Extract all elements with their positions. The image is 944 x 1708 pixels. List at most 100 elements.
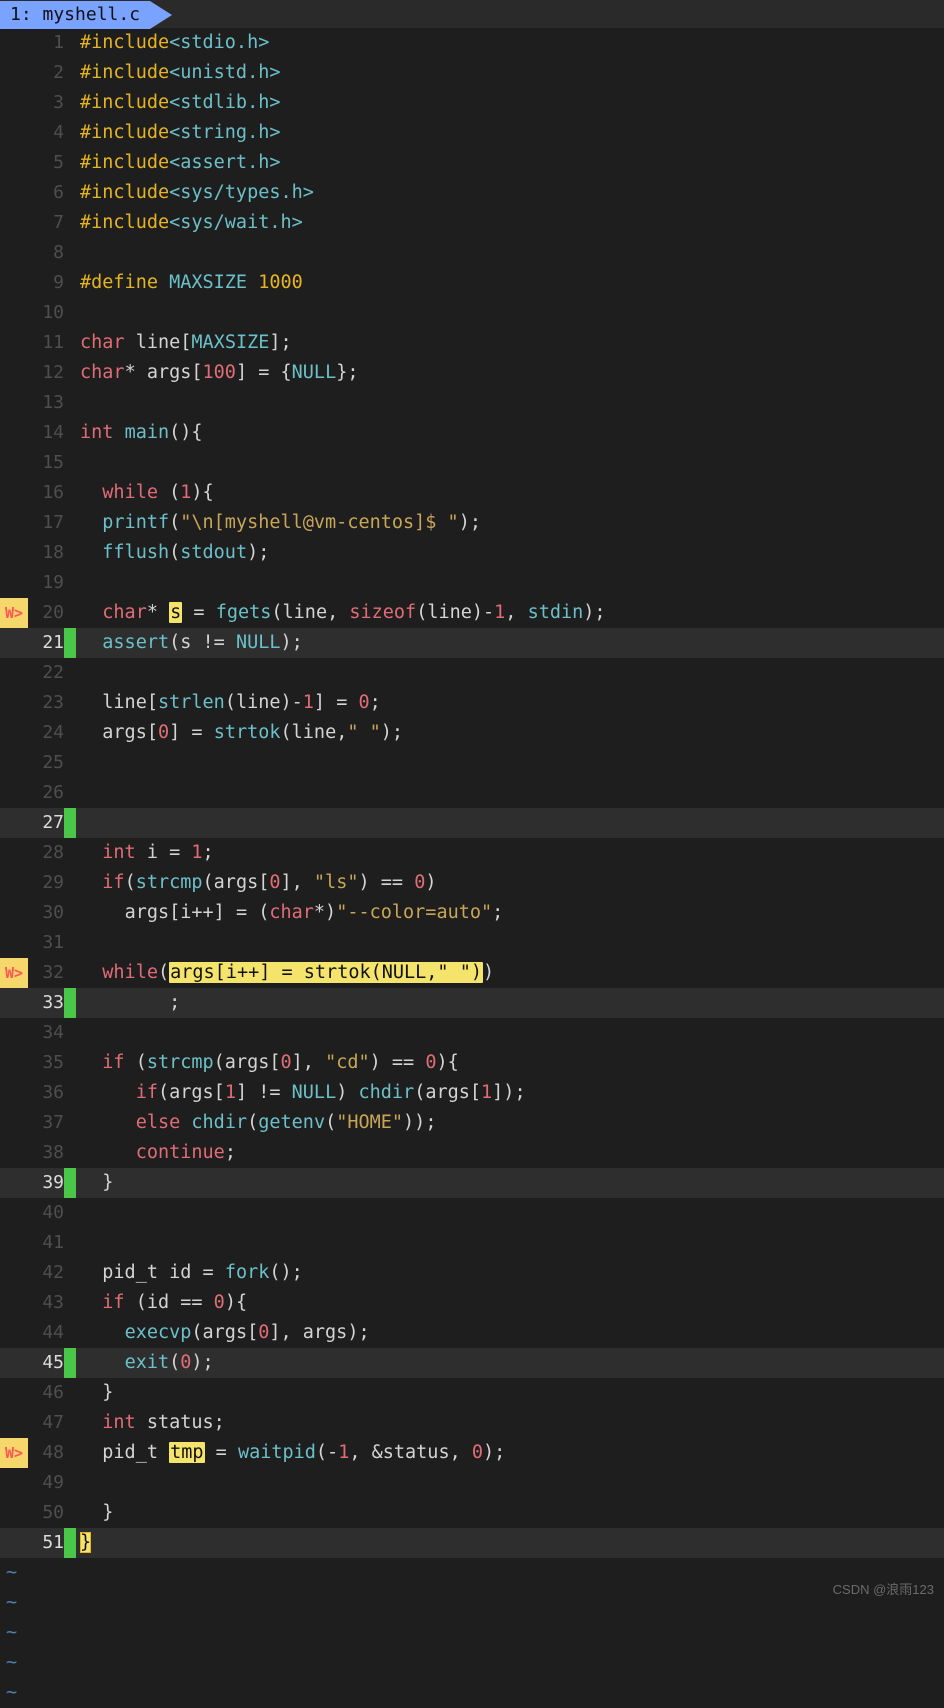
code-content[interactable]: }: [76, 1498, 944, 1528]
code-content[interactable]: int status;: [76, 1408, 944, 1438]
code-line[interactable]: 39 }: [0, 1168, 944, 1198]
code-line[interactable]: 50 }: [0, 1498, 944, 1528]
code-line[interactable]: 13: [0, 388, 944, 418]
code-line[interactable]: 33 ;: [0, 988, 944, 1018]
code-content[interactable]: pid_t id = fork();: [76, 1258, 944, 1288]
code-line[interactable]: 7#include<sys/wait.h>: [0, 208, 944, 238]
code-content[interactable]: exit(0);: [76, 1348, 944, 1378]
code-line[interactable]: 5#include<assert.h>: [0, 148, 944, 178]
code-content[interactable]: if(args[1] != NULL) chdir(args[1]);: [76, 1078, 944, 1108]
code-content[interactable]: execvp(args[0], args);: [76, 1318, 944, 1348]
change-marker: [64, 1138, 76, 1168]
code-line[interactable]: 37 else chdir(getenv("HOME"));: [0, 1108, 944, 1138]
code-line[interactable]: 12char* args[100] = {NULL};: [0, 358, 944, 388]
code-line[interactable]: 38 continue;: [0, 1138, 944, 1168]
code-content[interactable]: else chdir(getenv("HOME"));: [76, 1108, 944, 1138]
code-line[interactable]: 16 while (1){: [0, 478, 944, 508]
code-content[interactable]: if (id == 0){: [76, 1288, 944, 1318]
code-line[interactable]: 23 line[strlen(line)-1] = 0;: [0, 688, 944, 718]
code-line[interactable]: W>32 while(args[i++] = strtok(NULL," ")): [0, 958, 944, 988]
code-line[interactable]: 43 if (id == 0){: [0, 1288, 944, 1318]
line-number: 8: [28, 238, 64, 268]
code-line[interactable]: 31: [0, 928, 944, 958]
code-content[interactable]: while (1){: [76, 478, 944, 508]
code-line[interactable]: 15: [0, 448, 944, 478]
code-line[interactable]: 27: [0, 808, 944, 838]
code-line[interactable]: 36 if(args[1] != NULL) chdir(args[1]);: [0, 1078, 944, 1108]
code-content[interactable]: #include<sys/types.h>: [76, 178, 944, 208]
code-line[interactable]: 26: [0, 778, 944, 808]
change-marker: [64, 838, 76, 868]
code-line[interactable]: 3#include<stdlib.h>: [0, 88, 944, 118]
code-line[interactable]: 2#include<unistd.h>: [0, 58, 944, 88]
code-line[interactable]: 40: [0, 1198, 944, 1228]
code-content[interactable]: #define MAXSIZE 1000: [76, 268, 944, 298]
code-content[interactable]: #include<stdlib.h>: [76, 88, 944, 118]
code-line[interactable]: 47 int status;: [0, 1408, 944, 1438]
code-content[interactable]: continue;: [76, 1138, 944, 1168]
code-line[interactable]: 9#define MAXSIZE 1000: [0, 268, 944, 298]
line-number: 37: [28, 1108, 64, 1138]
code-line[interactable]: 1#include<stdio.h>: [0, 28, 944, 58]
code-line[interactable]: 49: [0, 1468, 944, 1498]
code-content[interactable]: }: [76, 1378, 944, 1408]
code-line[interactable]: 46 }: [0, 1378, 944, 1408]
code-content[interactable]: printf("\n[myshell@vm-centos]$ ");: [76, 508, 944, 538]
code-line[interactable]: 29 if(strcmp(args[0], "ls") == 0): [0, 868, 944, 898]
code-content[interactable]: if(strcmp(args[0], "ls") == 0): [76, 868, 944, 898]
code-content[interactable]: #include<string.h>: [76, 118, 944, 148]
code-content[interactable]: char line[MAXSIZE];: [76, 328, 944, 358]
code-content[interactable]: int main(){: [76, 418, 944, 448]
code-line[interactable]: 17 printf("\n[myshell@vm-centos]$ ");: [0, 508, 944, 538]
code-line[interactable]: 30 args[i++] = (char*)"--color=auto";: [0, 898, 944, 928]
sign-column: [0, 268, 28, 298]
code-line[interactable]: 41: [0, 1228, 944, 1258]
code-content[interactable]: #include<assert.h>: [76, 148, 944, 178]
code-line[interactable]: 35 if (strcmp(args[0], "cd") == 0){: [0, 1048, 944, 1078]
tab-current[interactable]: 1: myshell.c: [0, 1, 150, 29]
code-line[interactable]: 45 exit(0);: [0, 1348, 944, 1378]
empty-line-tilde: ~: [0, 1558, 944, 1588]
code-content[interactable]: }: [76, 1528, 944, 1558]
code-line[interactable]: 19: [0, 568, 944, 598]
code-line[interactable]: 22: [0, 658, 944, 688]
change-marker: [64, 808, 76, 838]
code-line[interactable]: 28 int i = 1;: [0, 838, 944, 868]
code-line[interactable]: 51}: [0, 1528, 944, 1558]
change-marker: [64, 208, 76, 238]
code-line[interactable]: 10: [0, 298, 944, 328]
code-line[interactable]: 21 assert(s != NULL);: [0, 628, 944, 658]
line-number: 46: [28, 1378, 64, 1408]
code-content[interactable]: char* s = fgets(line, sizeof(line)-1, st…: [76, 598, 944, 628]
code-line[interactable]: 42 pid_t id = fork();: [0, 1258, 944, 1288]
code-line[interactable]: 44 execvp(args[0], args);: [0, 1318, 944, 1348]
code-content[interactable]: #include<stdio.h>: [76, 28, 944, 58]
code-content[interactable]: if (strcmp(args[0], "cd") == 0){: [76, 1048, 944, 1078]
code-content[interactable]: while(args[i++] = strtok(NULL," ")): [76, 958, 944, 988]
code-content[interactable]: args[i++] = (char*)"--color=auto";: [76, 898, 944, 928]
code-line[interactable]: 8: [0, 238, 944, 268]
code-line[interactable]: 14int main(){: [0, 418, 944, 448]
code-content[interactable]: pid_t tmp = waitpid(-1, &status, 0);: [76, 1438, 944, 1468]
code-line[interactable]: W>20 char* s = fgets(line, sizeof(line)-…: [0, 598, 944, 628]
code-content[interactable]: assert(s != NULL);: [76, 628, 944, 658]
code-content[interactable]: args[0] = strtok(line," ");: [76, 718, 944, 748]
code-line[interactable]: 6#include<sys/types.h>: [0, 178, 944, 208]
code-line[interactable]: 18 fflush(stdout);: [0, 538, 944, 568]
code-line[interactable]: W>48 pid_t tmp = waitpid(-1, &status, 0)…: [0, 1438, 944, 1468]
code-content[interactable]: ;: [76, 988, 944, 1018]
code-content[interactable]: #include<sys/wait.h>: [76, 208, 944, 238]
code-content[interactable]: #include<unistd.h>: [76, 58, 944, 88]
code-line[interactable]: 34: [0, 1018, 944, 1048]
code-content[interactable]: line[strlen(line)-1] = 0;: [76, 688, 944, 718]
code-line[interactable]: 25: [0, 748, 944, 778]
code-content[interactable]: }: [76, 1168, 944, 1198]
code-area[interactable]: 1#include<stdio.h>2#include<unistd.h>3#i…: [0, 28, 944, 1708]
code-line[interactable]: 11char line[MAXSIZE];: [0, 328, 944, 358]
code-line[interactable]: 4#include<string.h>: [0, 118, 944, 148]
line-number: 25: [28, 748, 64, 778]
code-content[interactable]: int i = 1;: [76, 838, 944, 868]
code-content[interactable]: char* args[100] = {NULL};: [76, 358, 944, 388]
code-line[interactable]: 24 args[0] = strtok(line," ");: [0, 718, 944, 748]
code-content[interactable]: fflush(stdout);: [76, 538, 944, 568]
